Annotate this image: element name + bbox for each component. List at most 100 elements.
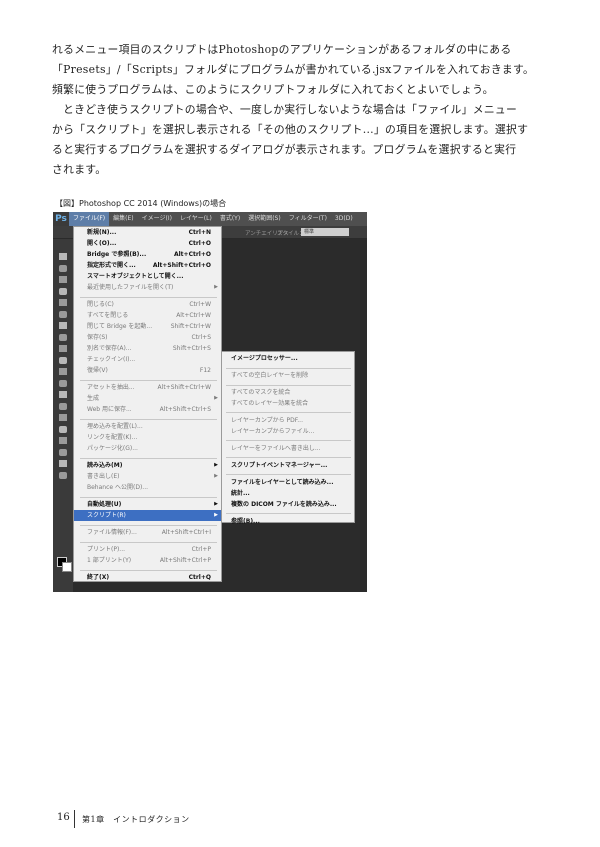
script-submenu-item[interactable]: レイヤーをファイルへ書き出し... — [222, 443, 354, 454]
file-menu-item[interactable]: リンクを配置(K)... — [74, 432, 221, 443]
menu-item-label: 閉じて Bridge を起動... — [87, 323, 153, 330]
menu-item-label: スマートオブジェクトとして開く... — [87, 273, 184, 280]
lasso-tool-icon[interactable] — [59, 276, 67, 283]
file-menu-item[interactable]: ファイル情報(F)... Alt+Shift+Ctrl+I — [74, 527, 221, 538]
submenu-item-label: すべての空白レイヤーを削除 — [231, 372, 309, 379]
file-menu-item[interactable]: 生成 ▶ — [74, 393, 221, 404]
file-menu-item[interactable]: パッケージ化(G)... — [74, 443, 221, 454]
menu-file[interactable]: ファイル(F) — [69, 212, 110, 226]
file-menu-item[interactable]: 1 部プリント(Y) Alt+Shift+Ctrl+P — [74, 555, 221, 566]
path-select-tool-icon[interactable] — [59, 437, 67, 444]
submenu-item-label: レイヤーをファイルへ書き出し... — [231, 445, 321, 452]
submenu-arrow-icon: ▶ — [214, 512, 218, 518]
submenu-separator — [226, 385, 351, 386]
menu-separator — [80, 380, 217, 381]
menu-item-shortcut: Alt+Shift+Ctrl+S — [159, 406, 211, 413]
body-line: ときどき使うスクリプトの場合や、一度しか実行しないような場合は「ファイル」メニュ… — [63, 103, 518, 116]
file-menu-item[interactable]: 自動処理(U) ▶ — [74, 499, 221, 510]
file-menu-item[interactable]: スマートオブジェクトとして開く... — [74, 271, 221, 282]
submenu-arrow-icon: ▶ — [214, 462, 218, 468]
file-menu-item[interactable]: スクリプト(R) ▶ — [74, 510, 221, 521]
dodge-tool-icon[interactable] — [59, 402, 67, 410]
file-menu-item[interactable]: Web 用に保存... Alt+Shift+Ctrl+S — [74, 404, 221, 415]
menu-select[interactable]: 選択範囲(S) — [244, 212, 285, 226]
body-line: ると実行するプログラムを選択するダイアログが表示されます。プログラムを選択すると… — [52, 143, 517, 156]
submenu-separator — [226, 513, 351, 514]
file-menu-item[interactable]: Bridge で参照(B)... Alt+Ctrl+O — [74, 249, 221, 260]
submenu-item-label: レイヤーカンプから PDF... — [231, 417, 303, 424]
menu-item-label: 生成 — [87, 395, 100, 402]
submenu-separator — [226, 457, 351, 458]
history-brush-icon[interactable] — [59, 356, 67, 364]
healing-tool-icon[interactable] — [59, 322, 67, 329]
file-menu-item[interactable]: 指定形式で開く... Alt+Shift+Ctrl+O — [74, 260, 221, 271]
body-line: から「スクリプト」を選択し表示される「その他のスクリプト...」の項目を選択しま… — [52, 123, 529, 136]
type-tool-icon[interactable] — [59, 425, 67, 433]
file-menu-item[interactable]: チェックイン(I)... — [74, 354, 221, 365]
eyedropper-tool-icon[interactable] — [59, 310, 67, 318]
crop-tool-icon[interactable] — [59, 299, 67, 306]
submenu-item-label: レイヤーカンプからファイル... — [231, 428, 315, 435]
menu-item-label: チェックイン(I)... — [87, 356, 136, 363]
quick-select-tool-icon[interactable] — [59, 287, 67, 295]
file-menu-item[interactable]: 埋め込みを配置(L)... — [74, 421, 221, 432]
script-submenu-item[interactable]: すべてのマスクを統合 — [222, 387, 354, 398]
file-menu-item[interactable]: 閉じる(C) Ctrl+W — [74, 299, 221, 310]
file-menu-item[interactable]: 最近使用したファイルを開く(T) ▶ — [74, 282, 221, 293]
page-number: 16 — [57, 812, 70, 823]
script-submenu: イメージプロセッサー... すべての空白レイヤーを削除すべてのマスクを統合 すべての… — [221, 351, 355, 525]
menu-3d[interactable]: 3D(D) — [331, 212, 357, 226]
menu-item-label: 開く(O)... — [87, 240, 117, 247]
file-menu-item[interactable]: 開く(O)... Ctrl+O — [74, 238, 221, 249]
file-menu-item[interactable]: 復帰(V) F12 — [74, 365, 221, 376]
stamp-tool-icon[interactable] — [59, 345, 67, 352]
script-submenu-item[interactable]: ファイルをレイヤーとして読み込み... — [222, 477, 354, 488]
file-menu-item[interactable]: プリント(P)... Ctrl+P — [74, 544, 221, 555]
script-submenu-item[interactable]: スクリプトイベントマネージャー... — [222, 460, 354, 471]
shape-tool-icon[interactable] — [59, 448, 67, 456]
menu-item-shortcut: Ctrl+P — [191, 546, 211, 553]
menu-image[interactable]: イメージ(I) — [138, 212, 176, 226]
file-menu-item[interactable]: 新規(N)... Ctrl+N — [74, 227, 221, 238]
menu-item-shortcut: Shift+Ctrl+W — [170, 323, 211, 330]
chapter-title: 第1章 イントロダクション — [82, 815, 190, 824]
brush-tool-icon[interactable] — [59, 333, 67, 341]
submenu-arrow-icon: ▶ — [214, 395, 218, 401]
menu-layer[interactable]: レイヤー(L) — [176, 212, 216, 226]
file-menu-item[interactable]: 読み込み(M) ▶ — [74, 460, 221, 471]
file-menu-item[interactable]: Behance へ公開(D)... — [74, 482, 221, 493]
marquee-tool-icon[interactable] — [59, 264, 67, 272]
file-menu-item[interactable]: 閉じて Bridge を起動... Shift+Ctrl+W — [74, 321, 221, 332]
submenu-item-label: イメージプロセッサー... — [231, 355, 298, 362]
menu-type[interactable]: 書式(Y) — [216, 212, 244, 226]
style-select[interactable]: 標準 — [301, 228, 349, 236]
menu-filter[interactable]: フィルター(T) — [285, 212, 331, 226]
eraser-tool-icon[interactable] — [59, 368, 67, 375]
script-submenu-item[interactable]: レイヤーカンプからファイル... — [222, 426, 354, 437]
photoshop-logo: Ps — [53, 212, 69, 226]
script-submenu-item[interactable]: 複数の DICOM ファイルを読み込み... — [222, 499, 354, 510]
script-submenu-item[interactable]: レイヤーカンプから PDF... — [222, 415, 354, 426]
file-menu-item[interactable]: アセットを抽出... Alt+Shift+Ctrl+W — [74, 382, 221, 393]
zoom-tool-icon[interactable] — [59, 471, 67, 479]
blur-tool-icon[interactable] — [59, 391, 67, 398]
file-menu-item[interactable]: 書き出し(E) ▶ — [74, 471, 221, 482]
script-submenu-item[interactable]: イメージプロセッサー... — [222, 353, 354, 364]
menu-edit[interactable]: 編集(E) — [109, 212, 137, 226]
script-submenu-item[interactable]: すべての空白レイヤーを削除 — [222, 370, 354, 381]
file-menu-item[interactable]: 保存(S) Ctrl+S — [74, 332, 221, 343]
script-submenu-item[interactable]: すべてのレイヤー効果を統合 — [222, 398, 354, 409]
background-color-swatch[interactable] — [62, 562, 72, 572]
hand-tool-icon[interactable] — [59, 460, 67, 467]
gradient-tool-icon[interactable] — [59, 379, 67, 387]
body-line: されます。 — [52, 163, 107, 176]
script-submenu-item[interactable]: 参照(B)... — [222, 516, 354, 527]
file-menu-item[interactable]: すべてを閉じる Alt+Ctrl+W — [74, 310, 221, 321]
file-menu-item[interactable]: 終了(X) Ctrl+Q — [74, 572, 221, 583]
pen-tool-icon[interactable] — [59, 414, 67, 421]
file-menu-item[interactable]: 別名で保存(A)... Shift+Ctrl+S — [74, 343, 221, 354]
script-submenu-item[interactable]: 統計... — [222, 488, 354, 499]
move-tool-icon[interactable] — [59, 253, 67, 260]
menu-item-shortcut: Alt+Shift+Ctrl+O — [152, 262, 211, 269]
submenu-arrow-icon: ▶ — [214, 284, 218, 290]
